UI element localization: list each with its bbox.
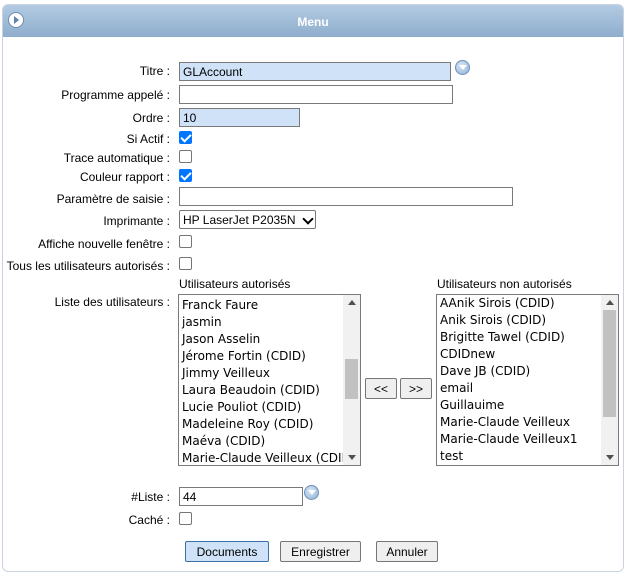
ordre-label: Ordre :	[132, 111, 170, 125]
ordre-input[interactable]	[179, 108, 300, 127]
liste-label: Liste des utilisateurs :	[54, 295, 170, 309]
list-item[interactable]: CDIDnew	[437, 346, 601, 363]
scroll-down-icon[interactable]	[606, 455, 614, 460]
list-item[interactable]: Marie-Claude Veilleux1	[437, 431, 601, 448]
list-item[interactable]: Jason Asselin	[179, 331, 343, 348]
list-item[interactable]: Guillauime	[437, 397, 601, 414]
imprimante-value: HP LaserJet P2035N	[183, 213, 296, 227]
list-item[interactable]: test	[437, 448, 601, 465]
liste-dropdown-icon[interactable]	[304, 485, 319, 500]
scroll-thumb[interactable]	[603, 310, 616, 417]
scroll-down-icon[interactable]	[348, 455, 356, 460]
si-actif-label: Si Actif :	[126, 132, 170, 146]
scroll-up-icon[interactable]	[606, 300, 614, 305]
list-item[interactable]: Jimmy Veilleux	[179, 365, 343, 382]
list-item[interactable]: AAnik Sirois (CDID)	[437, 295, 601, 312]
liste-num-input[interactable]	[179, 487, 303, 506]
imprimante-select[interactable]: HP LaserJet P2035N	[179, 210, 316, 229]
trace-label: Trace automatique :	[63, 151, 170, 165]
save-button[interactable]: Enregistrer	[280, 541, 361, 562]
list-item[interactable]: Anik Sirois (CDID)	[437, 312, 601, 329]
unauthorized-scrollbar[interactable]	[601, 295, 618, 465]
list-item[interactable]: Laura Beaudoin (CDID)	[179, 382, 343, 399]
authorized-scrollbar[interactable]	[343, 295, 360, 465]
authorized-title: Utilisateurs autorisés	[179, 277, 291, 291]
list-item[interactable]: Jérome Fortin (CDID)	[179, 348, 343, 365]
titre-input[interactable]	[179, 62, 451, 81]
list-item[interactable]: jasmin	[179, 314, 343, 331]
scroll-up-icon[interactable]	[348, 300, 356, 305]
tous-checkbox[interactable]	[179, 257, 192, 270]
affiche-label: Affiche nouvelle fenêtre :	[38, 237, 170, 251]
documents-button[interactable]: Documents	[185, 541, 269, 562]
liste-num-label: #Liste :	[131, 490, 170, 504]
si-actif-checkbox[interactable]	[179, 131, 192, 144]
list-item[interactable]: Franck Faure	[179, 297, 343, 314]
list-item[interactable]: Dave JB (CDID)	[437, 363, 601, 380]
authorized-users-list[interactable]: Franck Faure jasmin Jason Asselin Jérome…	[178, 294, 361, 466]
unauthorized-title: Utilisateurs non autorisés	[437, 277, 572, 291]
panel-title: Menu	[297, 15, 329, 29]
unauthorized-users-list[interactable]: AAnik Sirois (CDID) Anik Sirois (CDID) B…	[436, 294, 619, 466]
list-item[interactable]: Marie-Claude Veilleux (CDID)	[179, 450, 343, 465]
affiche-checkbox[interactable]	[179, 235, 192, 248]
cancel-button[interactable]: Annuler	[376, 541, 438, 562]
move-left-button[interactable]: <<	[365, 378, 397, 399]
list-item[interactable]: Marie-Claude Veilleux	[437, 414, 601, 431]
panel-header: Menu	[3, 5, 623, 37]
cache-checkbox[interactable]	[179, 512, 192, 525]
couleur-label: Couleur rapport :	[79, 170, 170, 184]
programme-label: Programme appelé :	[61, 88, 170, 102]
chevron-down-icon	[302, 213, 314, 225]
trace-checkbox[interactable]	[179, 150, 192, 163]
list-item[interactable]: Maéva (CDID)	[179, 433, 343, 450]
titre-label: Titre :	[139, 64, 170, 78]
list-item[interactable]: Madeleine Roy (CDID)	[179, 416, 343, 433]
programme-input[interactable]	[179, 85, 453, 104]
imprimante-label: Imprimante :	[103, 214, 170, 228]
parametre-label: Paramètre de saisie :	[56, 192, 170, 206]
list-item[interactable]: Lucie Pouliot (CDID)	[179, 399, 343, 416]
tous-label: Tous les utilisateurs autorisés :	[6, 259, 170, 273]
list-item[interactable]: Brigitte Tawel (CDID)	[437, 329, 601, 346]
parametre-input[interactable]	[179, 187, 513, 206]
scroll-thumb[interactable]	[345, 359, 358, 399]
cache-label: Caché :	[128, 513, 170, 527]
move-right-button[interactable]: >>	[400, 378, 432, 399]
list-item[interactable]: email	[437, 380, 601, 397]
couleur-checkbox[interactable]	[179, 169, 192, 182]
titre-dropdown-icon[interactable]	[455, 60, 470, 75]
